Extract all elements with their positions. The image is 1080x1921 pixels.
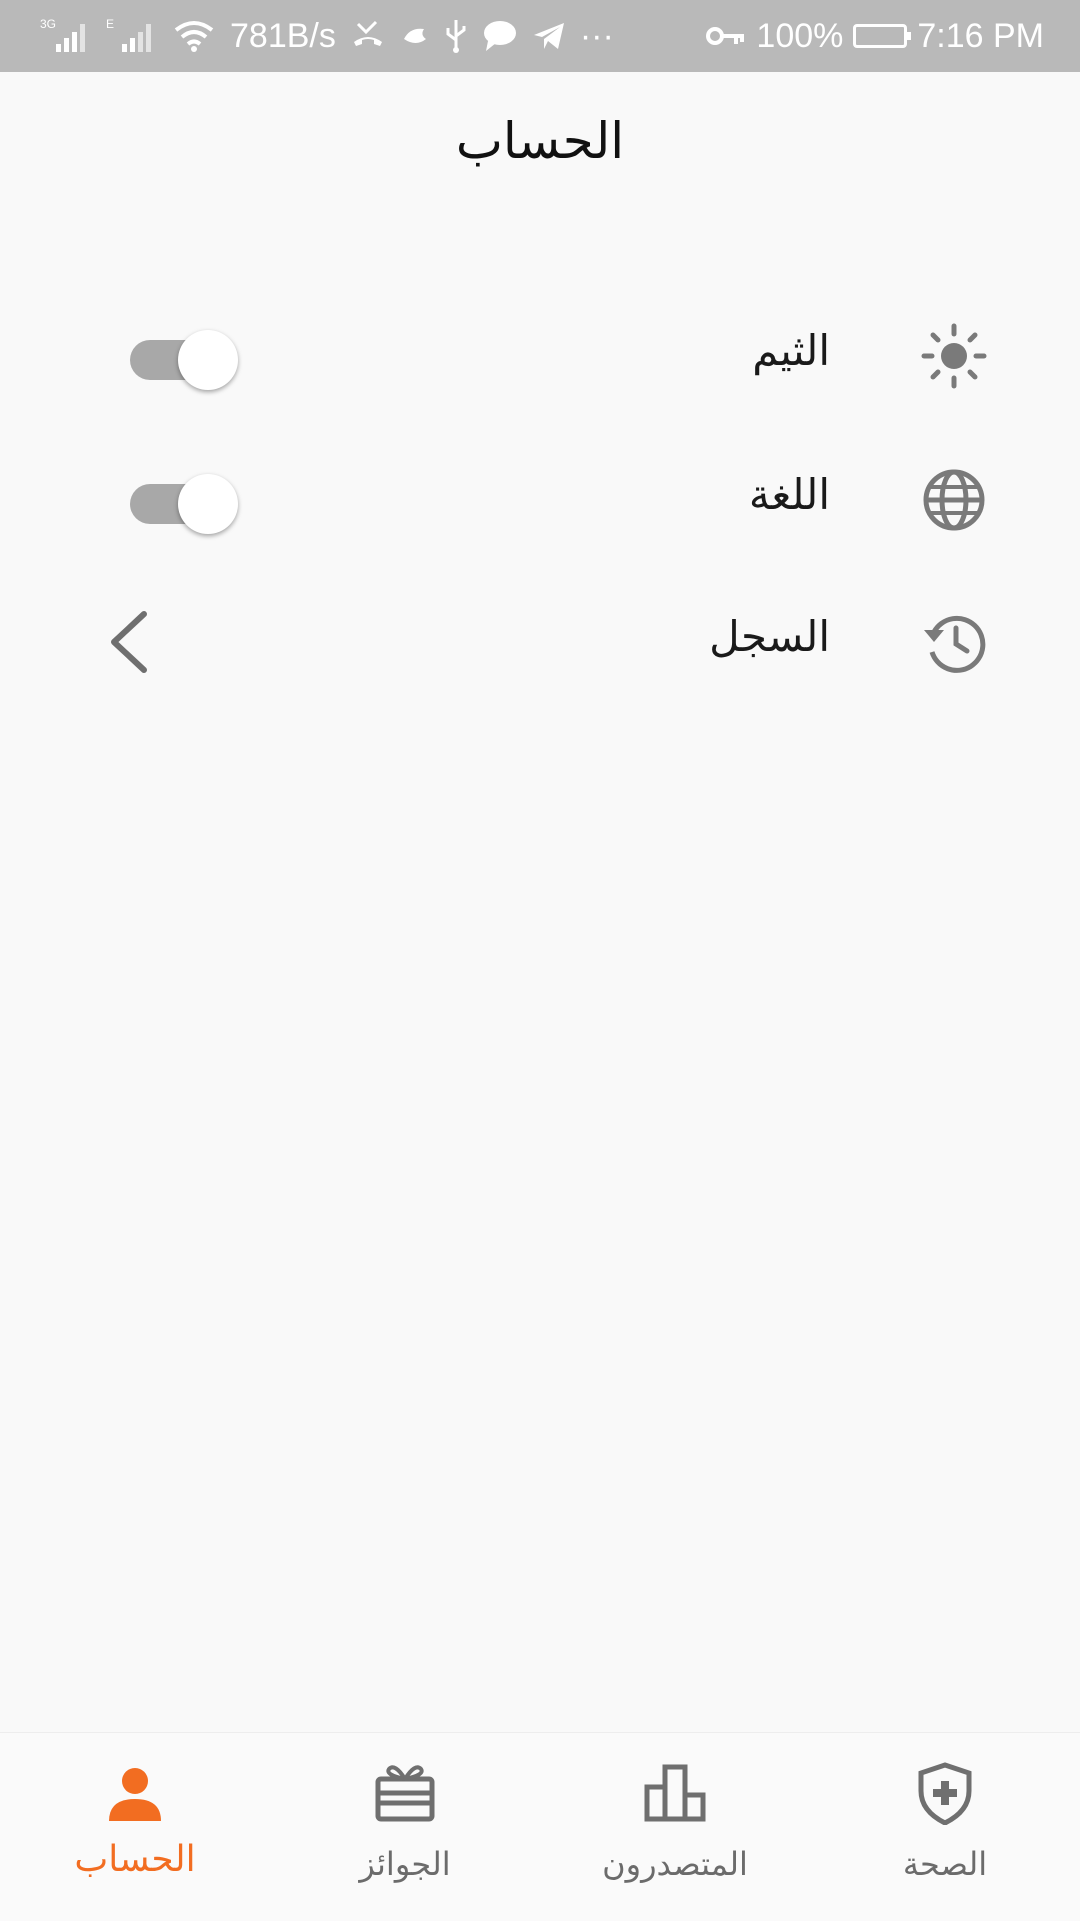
nav-item-leaderboard[interactable]: المتصدرون bbox=[540, 1733, 810, 1921]
signal-3g-icon: 3G bbox=[40, 16, 92, 56]
signal-e-icon: E bbox=[106, 16, 158, 56]
settings-row-theme[interactable]: الثيم bbox=[0, 300, 1080, 410]
globe-icon bbox=[920, 466, 988, 534]
wifi-icon bbox=[172, 18, 216, 54]
settings-row-language[interactable]: اللغة bbox=[0, 444, 1080, 554]
nav-item-account[interactable]: الحساب bbox=[0, 1733, 270, 1921]
toggle-knob bbox=[178, 474, 238, 534]
nav-item-health[interactable]: الصحة bbox=[810, 1733, 1080, 1921]
svg-text:3G: 3G bbox=[40, 17, 56, 31]
status-bar-left: 3G E 781B/s ··· bbox=[40, 0, 614, 72]
theme-label: الثيم bbox=[752, 326, 830, 375]
clock: 7:16 PM bbox=[917, 16, 1044, 55]
battery-icon bbox=[853, 24, 912, 48]
status-bar: 3G E 781B/s ··· 100% 7:16 PM bbox=[0, 0, 1080, 72]
status-bar-right: 100% 7:16 PM bbox=[706, 0, 1044, 72]
nav-label-leaderboard: المتصدرون bbox=[602, 1845, 748, 1883]
missed-call-icon bbox=[350, 18, 386, 54]
language-label: اللغة bbox=[748, 470, 830, 519]
usb-icon bbox=[444, 18, 468, 54]
bottom-nav: الحساب الجوائز المتصدرون الصحة bbox=[0, 1732, 1080, 1921]
nav-item-rewards[interactable]: الجوائز bbox=[270, 1733, 540, 1921]
network-speed: 781B/s bbox=[230, 16, 336, 55]
more-notifications: ··· bbox=[579, 16, 614, 55]
history-label: السجل bbox=[709, 612, 830, 661]
battery-percent: 100% bbox=[756, 16, 844, 55]
nav-label-health: الصحة bbox=[902, 1845, 988, 1883]
nav-label-account: الحساب bbox=[74, 1839, 196, 1880]
nav-label-rewards: الجوائز bbox=[359, 1845, 451, 1883]
page-title: الحساب bbox=[455, 112, 625, 170]
toggle-knob bbox=[178, 330, 238, 390]
settings-row-history[interactable]: السجل bbox=[0, 586, 1080, 696]
theme-toggle[interactable] bbox=[130, 330, 238, 390]
leaderboard-icon bbox=[643, 1761, 707, 1825]
telegram-icon bbox=[532, 21, 566, 51]
chevron-left-icon[interactable] bbox=[104, 608, 152, 676]
shield-plus-icon bbox=[913, 1761, 977, 1826]
language-toggle[interactable] bbox=[130, 474, 238, 534]
svg-text:E: E bbox=[106, 17, 114, 31]
bird-app-icon bbox=[400, 21, 430, 51]
sun-icon bbox=[920, 322, 988, 390]
vpn-key-icon bbox=[706, 24, 746, 48]
history-icon bbox=[920, 608, 988, 676]
person-icon bbox=[103, 1761, 167, 1825]
message-icon bbox=[482, 19, 518, 53]
gift-icon bbox=[373, 1761, 437, 1825]
